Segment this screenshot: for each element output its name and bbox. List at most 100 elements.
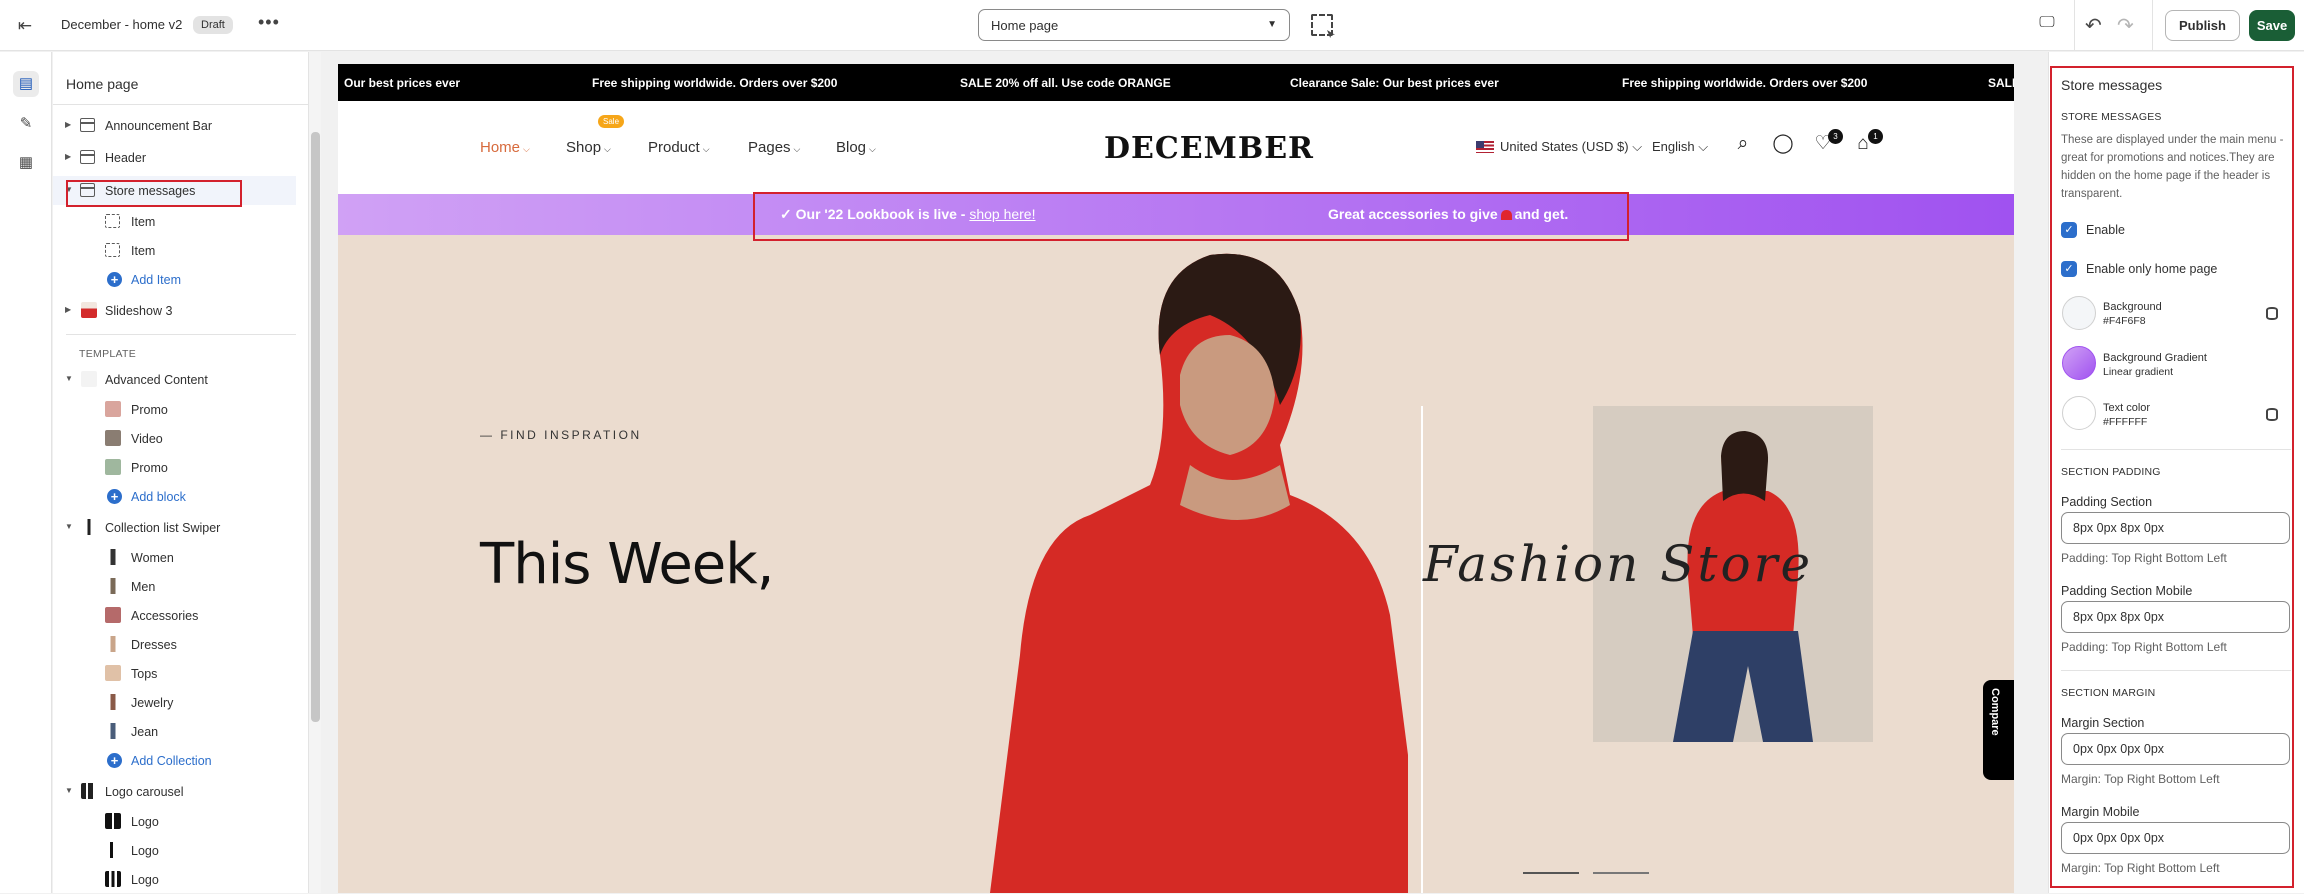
expand-icon[interactable]: ▶ <box>65 152 71 161</box>
chevron-down-icon: ⌵ <box>793 144 801 154</box>
search-icon[interactable]: ⌕ <box>1732 133 1754 155</box>
block-label: Logo <box>131 844 159 858</box>
block-item[interactable]: Item <box>53 207 296 236</box>
block-label: Item <box>131 215 156 229</box>
slide-indicator[interactable] <box>1523 872 1579 874</box>
store-logo[interactable]: DECEMBER <box>1104 131 1314 166</box>
add-label: Add Item <box>131 273 182 287</box>
scrollbar-thumb[interactable] <box>311 132 320 722</box>
nav-pages[interactable]: Pages ⌵ <box>748 139 800 156</box>
collapse-icon[interactable]: ▼ <box>65 522 73 531</box>
nav-label: Product <box>648 139 700 156</box>
logo-thumbnail <box>105 871 121 887</box>
section-slideshow[interactable]: ▶ Slideshow 3 <box>53 296 296 325</box>
section-icon <box>80 150 95 164</box>
chevron-down-icon: ⌵ <box>604 144 611 154</box>
nav-label: Pages <box>748 139 791 156</box>
publish-button[interactable]: Publish <box>2165 10 2240 41</box>
nav-home[interactable]: Home ⌵ <box>480 139 530 156</box>
sale-badge: Sale <box>598 115 625 128</box>
announcement-text: Our best prices ever <box>344 76 461 90</box>
section-logo-carousel[interactable]: ▼ Logo carousel <box>53 777 296 806</box>
section-label: Header <box>105 151 146 165</box>
announcement-text: Free shipping worldwide. Orders over $20… <box>592 76 838 90</box>
save-button[interactable]: Save <box>2249 10 2295 41</box>
collection-thumbnail <box>105 578 121 594</box>
plus-icon: + <box>107 753 122 768</box>
add-collection-button[interactable]: + Add Collection <box>53 746 296 775</box>
divider <box>2074 0 2075 51</box>
announcement-text: Free shipping worldwide. Orders over $20… <box>1622 76 1868 90</box>
video-thumbnail <box>105 430 121 446</box>
us-flag-icon <box>1476 141 1494 153</box>
collapse-icon[interactable]: ▼ <box>65 374 73 383</box>
nav-blog[interactable]: Blog ⌵ <box>836 139 876 156</box>
block-logo[interactable]: Logo <box>53 807 296 836</box>
section-advanced-content[interactable]: ▼ Advanced Content <box>53 365 296 394</box>
sections-icon[interactable]: ▤ <box>13 71 39 97</box>
block-label: Logo <box>131 873 159 887</box>
block-label: Women <box>131 551 174 565</box>
account-icon[interactable]: ◯ <box>1772 133 1794 155</box>
block-promo[interactable]: Promo <box>53 395 296 424</box>
block-collection[interactable]: Dresses <box>53 630 296 659</box>
block-label: Logo <box>131 815 159 829</box>
collection-thumbnail <box>105 665 121 681</box>
block-label: Video <box>131 432 163 446</box>
theme-settings-icon[interactable]: ✎ <box>13 111 39 137</box>
storefront-preview: Our best prices ever Free shipping world… <box>338 64 2014 893</box>
block-label: Promo <box>131 461 168 475</box>
compare-label: Compare <box>1989 688 2001 736</box>
block-label: Promo <box>131 403 168 417</box>
block-collection[interactable]: Accessories <box>53 601 296 630</box>
divider <box>2152 0 2153 51</box>
divider <box>1421 406 1423 893</box>
block-logo[interactable]: Logo <box>53 865 296 894</box>
block-collection[interactable]: Tops <box>53 659 296 688</box>
section-collection-list[interactable]: ▼ Collection list Swiper <box>53 513 296 542</box>
slide-indicator[interactable] <box>1593 872 1649 874</box>
undo-icon[interactable]: ↶ <box>2085 13 2102 38</box>
block-logo[interactable]: Logo <box>53 836 296 865</box>
section-thumbnail <box>81 519 97 535</box>
more-actions-icon[interactable]: ••• <box>258 12 280 33</box>
nav-product[interactable]: Product ⌵ <box>648 139 710 156</box>
block-collection[interactable]: Men <box>53 572 296 601</box>
section-icon <box>80 118 95 132</box>
section-header[interactable]: ▶ Header <box>53 143 296 172</box>
compare-tab[interactable]: Compare <box>1983 680 2014 780</box>
block-collection[interactable]: Women <box>53 543 296 572</box>
page-select[interactable]: Home page ▼ <box>978 9 1290 41</box>
nav-label: Blog <box>836 139 867 156</box>
block-item[interactable]: Item <box>53 236 296 265</box>
block-video[interactable]: Video <box>53 424 296 453</box>
language-selector[interactable]: English ⌵ <box>1652 139 1708 155</box>
add-block-button[interactable]: + Add block <box>53 482 296 511</box>
announcement-text: Clearance Sale: Our best prices ever <box>1290 76 1499 90</box>
block-collection[interactable]: Jean <box>53 717 296 746</box>
block-icon <box>105 214 120 228</box>
expand-icon[interactable]: ▶ <box>65 120 71 129</box>
block-collection[interactable]: Jewelry <box>53 688 296 717</box>
collection-thumbnail <box>105 694 121 710</box>
block-label: Men <box>131 580 156 594</box>
sidebar-title: Home page <box>66 76 139 92</box>
template-heading: TEMPLATE <box>79 348 137 360</box>
inspector-icon[interactable] <box>1311 14 1333 36</box>
expand-icon[interactable]: ▶ <box>65 305 71 314</box>
collapse-icon[interactable]: ▼ <box>65 786 73 795</box>
block-icon <box>105 243 120 257</box>
collection-thumbnail <box>105 607 121 623</box>
desktop-view-icon[interactable]: 🖵 <box>2036 14 2058 36</box>
section-announcement-bar[interactable]: ▶ Announcement Bar <box>53 111 296 140</box>
exit-icon[interactable]: ⇤ <box>14 15 36 37</box>
currency-selector[interactable]: United States (USD $) ⌵ <box>1500 139 1642 155</box>
apps-icon[interactable]: ▦ <box>13 150 39 176</box>
add-item-button[interactable]: + Add Item <box>53 265 296 294</box>
sidebar-scrollbar[interactable] <box>308 52 321 893</box>
block-promo[interactable]: Promo <box>53 453 296 482</box>
plus-icon: + <box>107 272 122 287</box>
section-thumbnail <box>81 371 97 387</box>
nav-shop[interactable]: Shop ⌵ <box>566 139 611 156</box>
redo-icon[interactable]: ↷ <box>2117 13 2134 38</box>
